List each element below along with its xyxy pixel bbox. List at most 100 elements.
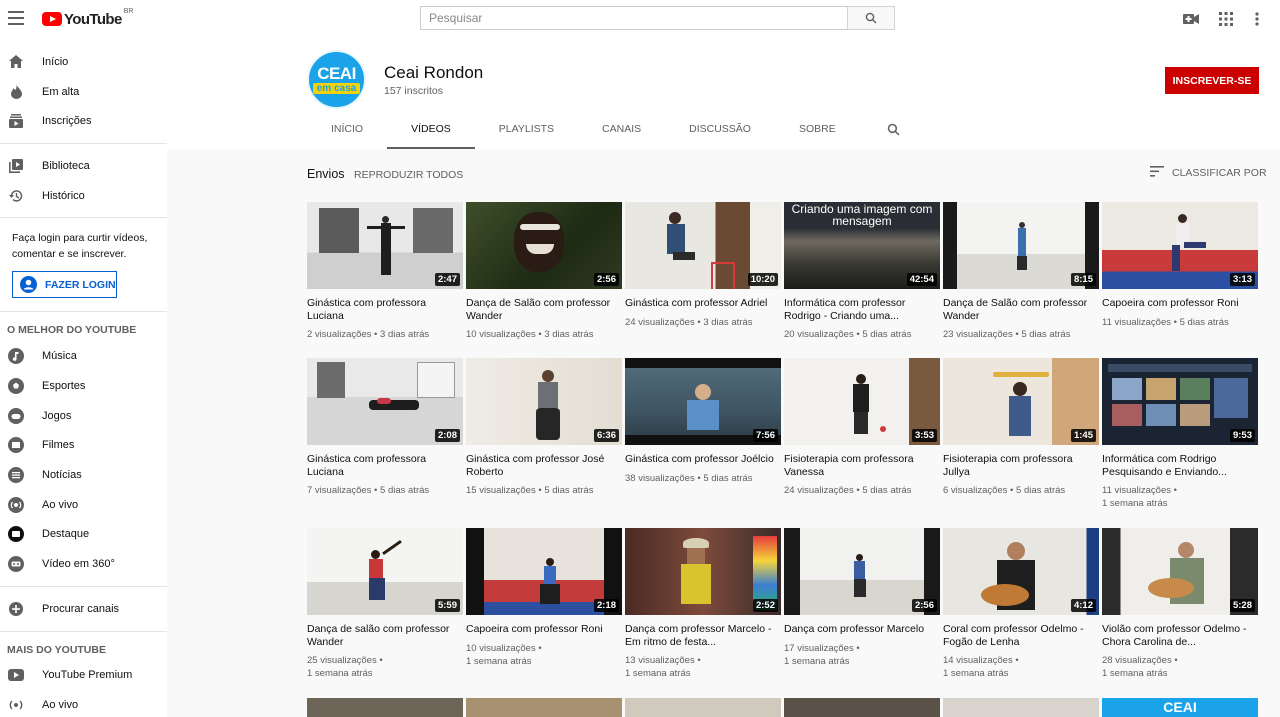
channel-search-icon[interactable] <box>874 109 914 149</box>
video-card[interactable]: 3:13 Capoeira com professor Roni 11 visu… <box>1102 202 1258 329</box>
video-title[interactable]: Dança com professor Marcelo - Em ritmo d… <box>625 623 781 648</box>
video-thumbnail[interactable]: 3:13 <box>1102 202 1258 289</box>
video-card[interactable]: 2:56 Dança de Salão com professor Wander… <box>466 202 622 341</box>
video-card[interactable]: 2:08 Ginástica com professora Luciana 7 … <box>307 358 463 497</box>
sidebar-item-news[interactable]: Notícias <box>0 460 167 490</box>
sidebar-item-subscriptions[interactable]: Inscrições <box>0 106 167 136</box>
video-thumbnail[interactable]: 2:08 <box>307 358 463 445</box>
video-thumbnail[interactable]: 7:56 <box>625 358 781 445</box>
video-thumbnail[interactable] <box>307 698 463 717</box>
video-title[interactable]: Fisioterapia com professora Vanessa <box>784 453 940 478</box>
video-card[interactable] <box>784 698 940 717</box>
video-thumbnail[interactable]: 6:36 <box>466 358 622 445</box>
video-title[interactable]: Fisioterapia com professora Jullya <box>943 453 1099 478</box>
tab-discussion[interactable]: DISCUSSÃO <box>665 109 775 149</box>
video-title[interactable]: Capoeira com professor Roni <box>1102 297 1258 310</box>
video-thumbnail[interactable]: 2:47 <box>307 202 463 289</box>
video-thumbnail[interactable] <box>466 698 622 717</box>
sidebar-item-live-more[interactable]: Ao vivo <box>0 690 167 717</box>
sidebar-item-history[interactable]: Histórico <box>0 181 167 211</box>
subscribe-button[interactable]: INSCREVER-SE <box>1165 67 1259 94</box>
more-options-icon[interactable] <box>1248 10 1266 28</box>
video-thumbnail[interactable] <box>784 698 940 717</box>
video-thumbnail[interactable] <box>943 698 1099 717</box>
video-thumbnail[interactable]: 1:45 <box>943 358 1099 445</box>
video-card[interactable]: 5:28 Violão com professor Odelmo - Chora… <box>1102 528 1258 680</box>
video-thumbnail[interactable]: 8:15 <box>943 202 1099 289</box>
sidebar-item-movies[interactable]: Filmes <box>0 431 167 461</box>
tab-home[interactable]: INÍCIO <box>307 109 387 149</box>
video-title[interactable]: Informática com professor Rodrigo - Cria… <box>784 297 940 322</box>
video-thumbnail[interactable]: 2:56 <box>466 202 622 289</box>
search-button[interactable] <box>847 6 895 30</box>
video-thumbnail[interactable]: 10:20 <box>625 202 781 289</box>
tab-playlists[interactable]: PLAYLISTS <box>475 109 578 149</box>
video-title[interactable]: Ginástica com professor Joélcio <box>625 453 781 466</box>
video-card[interactable]: CEAI <box>1102 698 1258 717</box>
video-thumbnail[interactable]: 5:28 <box>1102 528 1258 615</box>
video-card[interactable] <box>943 698 1099 717</box>
menu-icon[interactable] <box>8 11 24 25</box>
video-card[interactable] <box>466 698 622 717</box>
video-title[interactable]: Dança de Salão com professor Wander <box>466 297 622 322</box>
sidebar-item-gaming[interactable]: Jogos <box>0 401 167 431</box>
sort-button[interactable]: CLASSIFICAR POR <box>1150 166 1267 180</box>
tab-channels[interactable]: CANAIS <box>578 109 665 149</box>
sidebar-item-browse-channels[interactable]: Procurar canais <box>0 594 167 624</box>
video-thumbnail[interactable]: 9:53 <box>1102 358 1258 445</box>
video-thumbnail[interactable]: 5:59 <box>307 528 463 615</box>
sidebar-item-live[interactable]: Ao vivo <box>0 490 167 520</box>
tab-about[interactable]: SOBRE <box>775 109 860 149</box>
video-thumbnail[interactable]: 2:52 <box>625 528 781 615</box>
video-thumbnail[interactable]: CEAI <box>1102 698 1258 717</box>
video-title[interactable]: Ginástica com professora Luciana <box>307 453 463 478</box>
sidebar-item-library[interactable]: Biblioteca <box>0 151 167 181</box>
video-card[interactable]: Criando uma imagem com mensagem 42:54 In… <box>784 202 940 341</box>
video-card[interactable]: 6:36 Ginástica com professor José Robert… <box>466 358 622 497</box>
sidebar-item-trending[interactable]: Em alta <box>0 77 167 107</box>
video-card[interactable]: 2:52 Dança com professor Marcelo - Em ri… <box>625 528 781 680</box>
sidebar-item-premium[interactable]: YouTube Premium <box>0 661 167 691</box>
video-thumbnail[interactable]: 2:18 <box>466 528 622 615</box>
video-thumbnail[interactable]: 4:12 <box>943 528 1099 615</box>
video-title[interactable]: Informática com Rodrigo Pesquisando e En… <box>1102 453 1258 478</box>
video-card[interactable]: 2:18 Capoeira com professor Roni 10 visu… <box>466 528 622 668</box>
login-button[interactable]: FAZER LOGIN <box>12 271 117 299</box>
video-card[interactable]: 2:56 Dança com professor Marcelo 17 visu… <box>784 528 940 668</box>
video-card[interactable] <box>307 698 463 717</box>
video-title[interactable]: Ginástica com professora Luciana <box>307 297 463 322</box>
video-card[interactable]: 8:15 Dança de Salão com professor Wander… <box>943 202 1099 341</box>
video-title[interactable]: Dança de Salão com professor Wander <box>943 297 1099 322</box>
video-title[interactable]: Ginástica com professor José Roberto <box>466 453 622 478</box>
create-video-icon[interactable] <box>1182 10 1200 28</box>
channel-avatar[interactable]: CEAI em casa <box>307 50 366 109</box>
sidebar-item-home[interactable]: Início <box>0 47 167 77</box>
sidebar-item-sports[interactable]: Esportes <box>0 371 167 401</box>
video-card[interactable]: 5:59 Dança de salão com professor Wander… <box>307 528 463 680</box>
play-all-button[interactable]: REPRODUZIR TODOS <box>354 169 463 181</box>
video-card[interactable]: 1:45 Fisioterapia com professora Jullya … <box>943 358 1099 497</box>
video-thumbnail[interactable]: Criando uma imagem com mensagem 42:54 <box>784 202 940 289</box>
tab-videos[interactable]: VÍDEOS <box>387 109 475 149</box>
search-input[interactable] <box>420 6 847 30</box>
video-title[interactable]: Dança com professor Marcelo <box>784 623 940 636</box>
youtube-logo[interactable]: YouTube BR <box>42 8 133 28</box>
video-thumbnail[interactable]: 2:56 <box>784 528 940 615</box>
video-card[interactable]: 7:56 Ginástica com professor Joélcio 38 … <box>625 358 781 485</box>
sidebar-item-music[interactable]: Música <box>0 341 167 371</box>
video-thumbnail[interactable]: 3:53 <box>784 358 940 445</box>
video-title[interactable]: Coral com professor Odelmo - Fogão de Le… <box>943 623 1099 648</box>
video-title[interactable]: Ginástica com professor Adriel <box>625 297 781 310</box>
video-thumbnail[interactable] <box>625 698 781 717</box>
apps-grid-icon[interactable] <box>1217 10 1235 28</box>
video-title[interactable]: Violão com professor Odelmo - Chora Caro… <box>1102 623 1258 648</box>
sidebar-item-vr[interactable]: Vídeo em 360° <box>0 549 167 579</box>
sidebar-item-spotlight[interactable]: Destaque <box>0 520 167 550</box>
video-card[interactable]: 9:53 Informática com Rodrigo Pesquisando… <box>1102 358 1258 510</box>
video-title[interactable]: Capoeira com professor Roni <box>466 623 622 636</box>
video-card[interactable]: 3:53 Fisioterapia com professora Vanessa… <box>784 358 940 497</box>
video-card[interactable]: 10:20 Ginástica com professor Adriel 24 … <box>625 202 781 329</box>
video-card[interactable] <box>625 698 781 717</box>
video-title[interactable]: Dança de salão com professor Wander <box>307 623 463 648</box>
video-card[interactable]: 4:12 Coral com professor Odelmo - Fogão … <box>943 528 1099 680</box>
